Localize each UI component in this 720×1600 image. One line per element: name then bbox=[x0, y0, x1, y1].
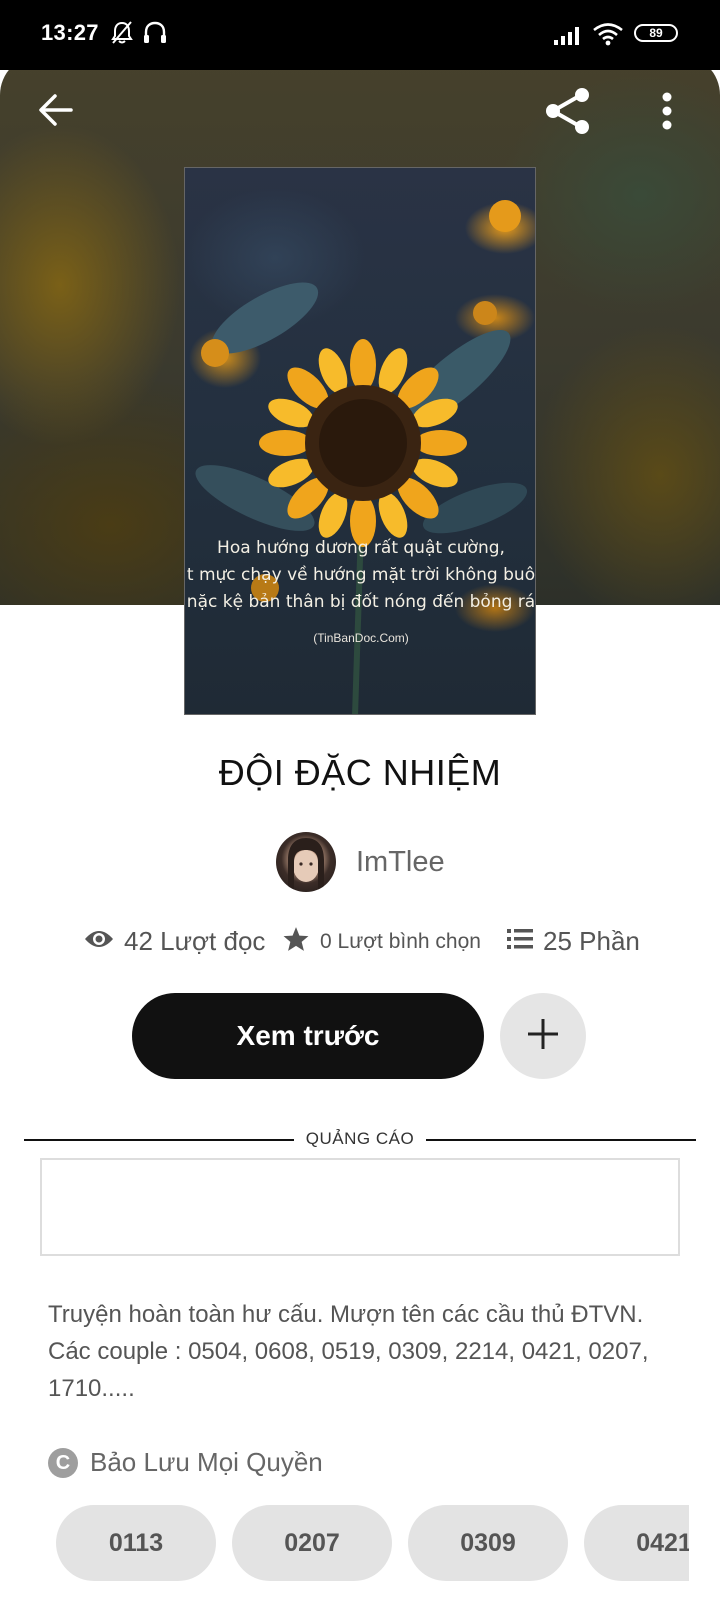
battery-indicator: 89 bbox=[634, 24, 678, 42]
cover-credit: (TinBanDoc.Com) bbox=[313, 631, 409, 645]
tag-chip[interactable]: 0421 bbox=[584, 1505, 689, 1581]
status-bar: 13:27 89 bbox=[0, 0, 720, 70]
votes-stat: 0 Lượt bình chọn bbox=[282, 926, 481, 957]
preview-button[interactable]: Xem trước bbox=[132, 993, 484, 1079]
story-stats: 42 Lượt đọc 0 Lượt bình chọn 25 Phần bbox=[0, 926, 720, 966]
tag-list: 0113 0207 0309 0421 bbox=[0, 1505, 689, 1585]
description-line-3: 1710..... bbox=[48, 1375, 135, 1402]
author-avatar[interactable] bbox=[276, 832, 336, 892]
copyright-icon: C bbox=[48, 1447, 78, 1478]
bell-off-icon bbox=[110, 20, 134, 51]
description-line-1: Truyện hoàn toàn hư cấu. Mượn tên các cầ… bbox=[48, 1301, 644, 1328]
back-button[interactable] bbox=[37, 93, 75, 132]
share-button[interactable] bbox=[543, 86, 593, 141]
plus-icon bbox=[526, 1017, 560, 1056]
tag-chip[interactable]: 0309 bbox=[408, 1505, 568, 1581]
copyright-label: Bảo Lưu Mọi Quyền bbox=[90, 1447, 323, 1477]
ad-label: QUẢNG CÁO bbox=[305, 1129, 415, 1148]
parts-stat: 25 Phần bbox=[507, 926, 640, 957]
story-description: Truyện hoàn toàn hư cấu. Mượn tên các cầ… bbox=[48, 1296, 688, 1407]
cover-quote-line-3: nặc kệ bản thân bị đốt nóng đến bỏng rá bbox=[186, 592, 536, 612]
reads-stat: 42 Lượt đọc bbox=[84, 926, 265, 957]
cover-quote-line-1: Hoa hướng dương rất quật cường, bbox=[217, 538, 505, 558]
copyright-info: C Bảo Lưu Mọi Quyền bbox=[48, 1447, 323, 1478]
cover-quote-line-2: t mực chạy về hướng mặt trời không buô bbox=[186, 565, 536, 585]
eye-icon bbox=[84, 928, 114, 955]
votes-count: 0 Lượt bình chọn bbox=[320, 929, 481, 953]
parts-count: 25 Phần bbox=[543, 926, 640, 956]
list-icon bbox=[507, 928, 533, 955]
more-options-button[interactable] bbox=[661, 92, 673, 135]
add-to-library-button[interactable] bbox=[500, 993, 586, 1079]
headphones-icon bbox=[142, 20, 168, 51]
description-line-2: Các couple : 0504, 0608, 0519, 0309, 221… bbox=[48, 1338, 649, 1365]
tag-chip[interactable]: 0207 bbox=[232, 1505, 392, 1581]
author-name[interactable]: ImTlee bbox=[356, 846, 445, 879]
wifi-icon bbox=[592, 22, 624, 51]
star-icon bbox=[282, 926, 310, 957]
ad-slot[interactable] bbox=[40, 1158, 680, 1256]
status-time: 13:27 bbox=[41, 20, 99, 45]
book-cover[interactable]: Hoa hướng dương rất quật cường, t mực ch… bbox=[184, 167, 536, 715]
story-title: ĐỘI ĐẶC NHIỆM bbox=[218, 752, 502, 793]
reads-count: 42 Lượt đọc bbox=[124, 926, 266, 956]
signal-icon bbox=[554, 24, 584, 51]
tag-chip[interactable]: 0113 bbox=[56, 1505, 216, 1581]
